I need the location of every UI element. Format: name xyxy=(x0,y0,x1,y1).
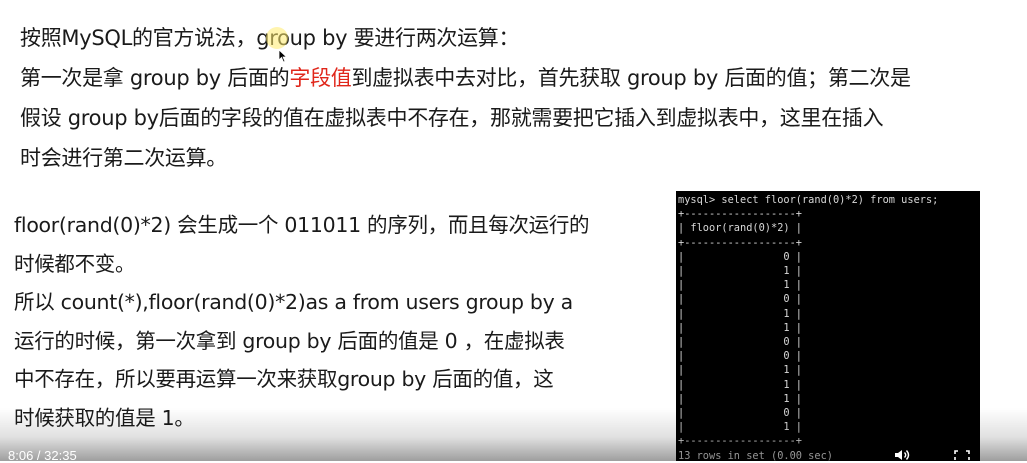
table-row: | 1 | xyxy=(678,364,802,377)
table-border: +------------------+ xyxy=(678,435,802,448)
mouse-pointer-icon xyxy=(278,49,288,63)
terminal-footer: 13 rows in set (0.00 sec) xyxy=(678,449,833,461)
explanation-line: 中不存在，所以要再运算一次来获取group by 后面的值，这 xyxy=(14,367,554,391)
volume-icon[interactable] xyxy=(893,449,911,461)
highlighted-text: 字段值 xyxy=(289,66,352,90)
table-row: | 1 | xyxy=(678,378,802,391)
table-row: | 0 | xyxy=(678,293,802,306)
slide-line-2: 第一次是拿 group by 后面的字段值到虚拟表中去对比，首先获取 group… xyxy=(20,58,1015,98)
slide-text: 第一次是拿 group by 后面的 xyxy=(20,66,290,90)
table-row: | 1 | xyxy=(678,307,802,320)
explanation-line: 时候获取的值是 1。 xyxy=(14,405,195,430)
table-row: | 0 | xyxy=(678,350,802,363)
fullscreen-icon[interactable] xyxy=(953,449,971,461)
table-row: | 1 | xyxy=(678,392,802,405)
table-rows: | 0 | | 1 | | 1 | | 0 | | 1 | | 1 | | 0 | | 0 |… xyxy=(678,250,980,435)
table-row: | 1 | xyxy=(678,265,802,278)
explanation-line: 运行的时候，第一次拿到 group by 后面的值是 0 ，在虚拟表 xyxy=(14,328,565,353)
table-border: +------------------+ xyxy=(678,208,802,221)
slide-line-3: 假设 group by后面的字段的值在虚拟表中不存在，那就需要把它插入到虚拟表中… xyxy=(20,98,1015,138)
explanation-line: 所以 count(*),floor(rand(0)*2)as a from us… xyxy=(14,290,573,314)
mysql-terminal: mysql> select floor(rand(0)*2) from user… xyxy=(676,191,980,461)
table-row: | 1 | xyxy=(678,421,802,434)
table-header: | floor(rand(0)*2) | xyxy=(678,222,802,235)
table-row: | 0 | xyxy=(678,250,802,263)
cursor-highlight xyxy=(266,27,288,49)
explanation-line: 时候都不变。 xyxy=(14,251,136,276)
table-border: +------------------+ xyxy=(678,236,802,249)
table-row: | 1 | xyxy=(678,279,802,292)
slide-text: 时会进行第二次运算。 xyxy=(20,146,227,170)
table-row: | 0 | xyxy=(678,407,802,420)
slide-line-1: 按照MySQL的官方说法，group by 要进行两次运算： xyxy=(20,18,1015,58)
table-row: | 0 | xyxy=(678,336,802,349)
slide-text: 到虚拟表中去对比，首先获取 group by 后面的值；第二次是 xyxy=(351,66,911,90)
slide-explanation: floor(rand(0)*2) 会生成一个 011011 的序列，而且每次运行… xyxy=(14,206,654,437)
terminal-output: mysql> select floor(rand(0)*2) from user… xyxy=(676,191,980,461)
slide-text: 假设 group by后面的字段的值在虚拟表中不存在，那就需要把它插入到虚拟表中… xyxy=(20,106,884,130)
terminal-command: mysql> select floor(rand(0)*2) from user… xyxy=(678,194,939,206)
slide-line-4: 时会进行第二次运算。 xyxy=(20,138,1015,178)
table-row: | 1 | xyxy=(678,321,802,334)
slide-top-paragraph: 按照MySQL的官方说法，group by 要进行两次运算： 第一次是拿 gro… xyxy=(20,18,1015,178)
explanation-line: floor(rand(0)*2) 会生成一个 011011 的序列，而且每次运行… xyxy=(14,213,590,237)
